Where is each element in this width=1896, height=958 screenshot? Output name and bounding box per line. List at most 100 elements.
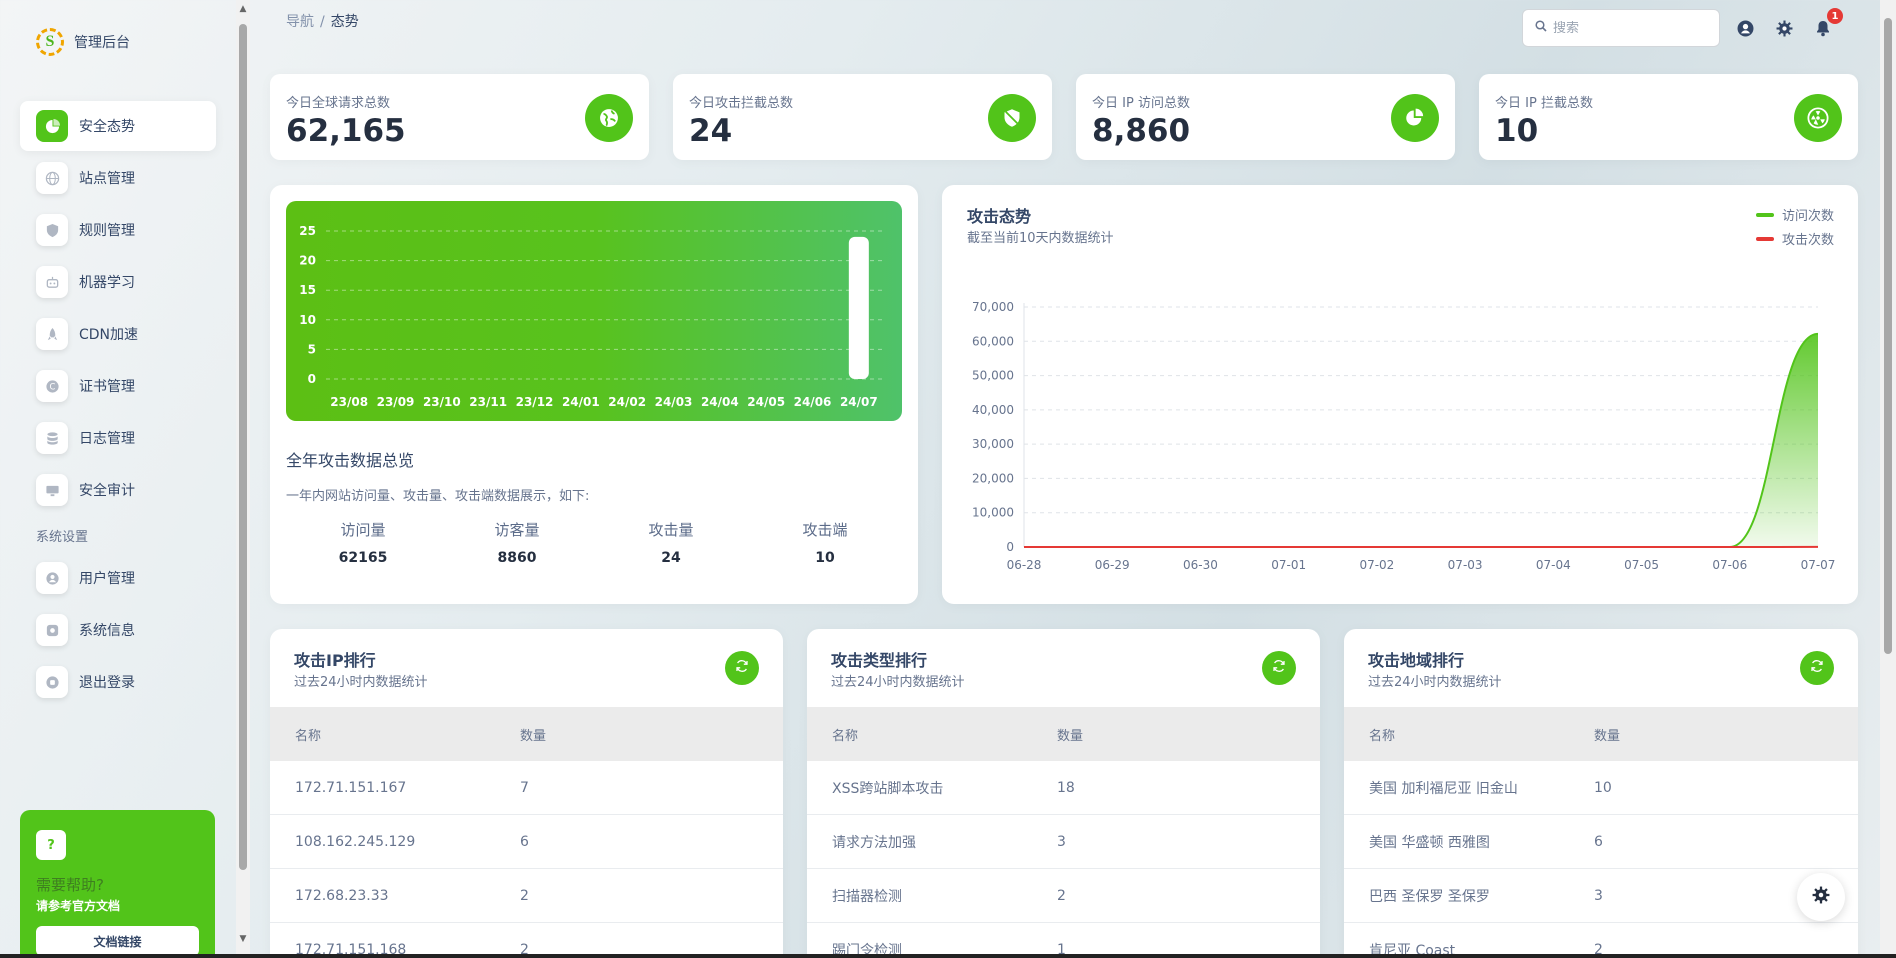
table-row[interactable]: 美国 加利福尼亚 旧金山 10 — [1344, 761, 1858, 815]
floating-settings-button[interactable] — [1797, 873, 1845, 921]
page-scrollbar[interactable] — [1880, 0, 1896, 958]
certificate-icon: C — [36, 370, 68, 402]
stat-value: 24 — [689, 113, 733, 149]
database-icon — [36, 422, 68, 454]
x-tick-label: 23/12 — [516, 395, 554, 409]
overview-title: 全年攻击数据总览 — [286, 451, 415, 470]
y-tick-label: 20,000 — [972, 471, 1014, 485]
search-box[interactable] — [1522, 9, 1720, 47]
cell-name: 172.68.23.33 — [295, 887, 389, 904]
y-tick-label: 10,000 — [972, 506, 1014, 520]
brand[interactable]: S 管理后台 — [36, 28, 130, 56]
sidebar-item-logout[interactable]: 退出登录 — [20, 657, 216, 707]
search-icon — [1535, 20, 1547, 36]
refresh-icon — [1272, 659, 1286, 677]
sidebar-item-label: CDN加速 — [79, 327, 139, 343]
cell-name: XSS跨站脚本攻击 — [832, 780, 944, 797]
table-row[interactable]: 扫描器检测 2 — [807, 869, 1320, 923]
x-tick-label: 06-28 — [1007, 558, 1042, 572]
y-tick-label: 15 — [299, 283, 316, 297]
page-scrollbar-thumb[interactable] — [1884, 18, 1892, 654]
x-tick-label: 23/10 — [423, 395, 461, 409]
sidebar-item-sites[interactable]: 站点管理 — [20, 153, 216, 203]
notification-bell-icon[interactable]: 1 — [1813, 8, 1843, 38]
pie-chart-icon — [36, 110, 68, 142]
bar — [848, 236, 869, 379]
ranking-subtitle: 过去24小时内数据统计 — [1368, 675, 1502, 690]
table-row[interactable]: 巴西 圣保罗 圣保罗 3 — [1344, 869, 1858, 923]
x-tick-label: 07-02 — [1359, 558, 1394, 572]
breadcrumb: 导航 / 态势 — [286, 11, 359, 31]
sidebar-section-title: 系统设置 — [36, 529, 89, 545]
overview-stat-label: 攻击量 — [648, 521, 694, 539]
info-icon — [36, 614, 68, 646]
y-tick-label: 0 — [308, 372, 316, 386]
account-icon[interactable] — [1735, 18, 1755, 38]
sidebar-item-certs[interactable]: C 证书管理 — [20, 361, 216, 411]
table-header: 名称 数量 — [270, 707, 783, 761]
ip-ranking-card: 攻击IP排行 过去24小时内数据统计 名称 数量 172.71.151.167 7 … — [270, 629, 783, 958]
table-header: 名称 数量 — [1344, 707, 1858, 761]
sidebar-item-label: 证书管理 — [79, 379, 135, 395]
table-row[interactable]: 172.71.151.167 7 — [270, 761, 783, 815]
sidebar-item-cdn[interactable]: CDN加速 — [20, 309, 216, 359]
refresh-button[interactable] — [1262, 651, 1296, 685]
sidebar-scrollbar-thumb[interactable] — [239, 24, 247, 870]
docs-link-button[interactable]: 文档链接 — [36, 926, 199, 956]
table-row[interactable]: 美国 华盛顿 西雅图 6 — [1344, 815, 1858, 869]
table-row[interactable]: 肯尼亚 Coast 2 — [1344, 923, 1858, 958]
sidebar-item-users[interactable]: 用户管理 — [20, 553, 216, 603]
scroll-down-arrow-icon[interactable]: ▼ — [236, 934, 250, 944]
pie-chart-icon — [1391, 94, 1439, 142]
yearly-attack-bar-chart: 0 5 10 15 20 25 23/08 23/09 23/10 23/11 23/12 24/01… — [286, 201, 902, 421]
scroll-up-arrow-icon[interactable]: ▲ — [236, 4, 250, 14]
table-row[interactable]: 172.68.23.33 2 — [270, 869, 783, 923]
column-header-name: 名称 — [832, 728, 859, 744]
help-title: 需要帮助? — [36, 876, 104, 894]
x-tick-label: 24/05 — [747, 395, 785, 409]
table-row[interactable]: 请求方法加强 3 — [807, 815, 1320, 869]
x-tick-label: 06-30 — [1183, 558, 1218, 572]
ranking-subtitle: 过去24小时内数据统计 — [294, 675, 428, 690]
sidebar-item-security-overview[interactable]: 安全态势 — [20, 101, 216, 151]
sidebar-scrollbar[interactable]: ▲ ▼ — [236, 0, 250, 958]
x-tick-label: 24/07 — [840, 395, 878, 409]
sidebar-item-label: 机器学习 — [79, 275, 135, 291]
column-header-count: 数量 — [1594, 728, 1621, 744]
overview-stat-value: 62165 — [338, 550, 388, 566]
sidebar-item-audit[interactable]: 安全审计 — [20, 465, 216, 515]
cell-name: 请求方法加强 — [832, 834, 916, 851]
refresh-button[interactable] — [1800, 651, 1834, 685]
radiation-icon — [1794, 94, 1842, 142]
cell-count: 7 — [520, 779, 529, 796]
brand-logo: S — [36, 28, 64, 56]
monitor-icon — [36, 474, 68, 506]
attack-type-ranking-card: 攻击类型排行 过去24小时内数据统计 名称 数量 XSS跨站脚本攻击 18 请求方法… — [807, 629, 1320, 958]
stat-label: 今日 IP 拦截总数 — [1495, 96, 1593, 111]
settings-gear-icon[interactable] — [1774, 18, 1794, 38]
table-row[interactable]: 172.71.151.168 2 — [270, 923, 783, 958]
overview-stat: 攻击端 10 — [748, 519, 902, 566]
sidebar-item-sysinfo[interactable]: 系统信息 — [20, 605, 216, 655]
refresh-button[interactable] — [725, 651, 759, 685]
sidebar-item-rules[interactable]: 规则管理 — [20, 205, 216, 255]
ranking-title: 攻击地域排行 — [1368, 651, 1465, 670]
sidebar-item-logs[interactable]: 日志管理 — [20, 413, 216, 463]
sidebar-item-ml[interactable]: 机器学习 — [20, 257, 216, 307]
sidebar: S 管理后台 安全态势 站点管理 规则管理 机器学习 CDN加速 C 证书管理 — [0, 0, 232, 958]
question-icon: ? — [36, 830, 66, 860]
table-row[interactable]: XSS跨站脚本攻击 18 — [807, 761, 1320, 815]
help-card: ? 需要帮助? 请参考官方文档 文档链接 — [20, 810, 215, 958]
y-tick-label: 70,000 — [972, 300, 1014, 314]
table-row[interactable]: 踢门令检测 1 — [807, 923, 1320, 958]
cell-name: 美国 华盛顿 西雅图 — [1369, 834, 1490, 851]
breadcrumb-root[interactable]: 导航 — [286, 14, 314, 30]
stat-value: 8,860 — [1092, 113, 1191, 149]
overview-stat: 访客量 8860 — [440, 519, 594, 566]
search-input[interactable] — [1553, 20, 1703, 36]
attack-trend-line-chart: 0 10,000 20,000 30,000 40,000 50,000 60,000 70,… — [972, 300, 1835, 572]
x-tick-label: 24/03 — [655, 395, 693, 409]
sidebar-item-label: 系统信息 — [79, 623, 135, 639]
x-tick-label: 24/06 — [794, 395, 832, 409]
table-row[interactable]: 108.162.245.129 6 — [270, 815, 783, 869]
